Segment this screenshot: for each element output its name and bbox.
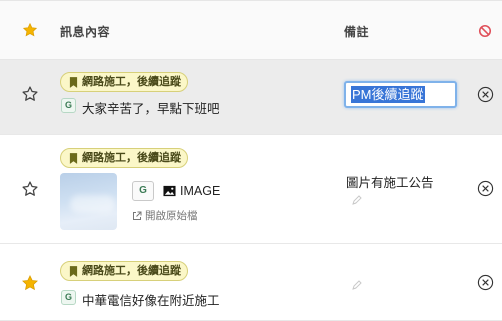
external-link-icon: [133, 211, 142, 220]
bookmark-icon: [69, 152, 78, 164]
tag-label: 網路施工，後續追蹤: [82, 76, 181, 88]
message-text: 大家辛苦了，早點下班吧: [82, 102, 220, 116]
star-filled-icon: [22, 22, 38, 37]
topic-tag[interactable]: 網路施工，後續追蹤: [60, 148, 188, 168]
pencil-icon[interactable]: [351, 194, 363, 206]
image-thumbnail[interactable]: [60, 173, 117, 230]
table-row: 網路施工，後續追蹤 G 中華電信好像在附近施工: [0, 244, 502, 321]
image-icon: [163, 185, 176, 197]
star-outline-icon[interactable]: [21, 180, 39, 198]
tag-label: 網路施工，後續追蹤: [82, 265, 181, 277]
open-original-link[interactable]: 開啟原始檔: [132, 208, 198, 223]
ban-icon[interactable]: [478, 24, 492, 38]
column-header-note: 備註: [344, 25, 370, 39]
attachment-type: IMAGE: [180, 184, 221, 198]
attachment-label: IMAGE: [163, 184, 220, 198]
bookmark-icon: [69, 265, 78, 277]
table-row: 網路施工，後續追蹤 G IMAGE 開啟原始檔 圖片有施工公告: [0, 135, 502, 244]
source-badge: G: [61, 290, 76, 305]
pencil-icon[interactable]: [351, 279, 363, 291]
star-filled-icon[interactable]: [21, 274, 39, 292]
star-outline-icon[interactable]: [21, 85, 39, 103]
close-circle-icon[interactable]: [477, 86, 494, 103]
table-row: 網路施工，後續追蹤 G 大家辛苦了，早點下班吧 PM後續追蹤: [0, 60, 502, 135]
note-input[interactable]: PM後續追蹤: [344, 81, 457, 108]
message-text: 中華電信好像在附近施工: [82, 294, 220, 308]
tag-label: 網路施工，後續追蹤: [82, 152, 181, 164]
column-header-message: 訊息內容: [60, 25, 111, 39]
open-original-label[interactable]: 開啟原始檔: [145, 208, 198, 223]
source-badge: G: [132, 181, 154, 201]
note-text: 圖片有施工公告: [346, 176, 434, 190]
close-circle-icon[interactable]: [477, 180, 494, 197]
bookmark-icon: [69, 76, 78, 88]
source-badge: G: [61, 98, 76, 113]
topic-tag[interactable]: 網路施工，後續追蹤: [60, 72, 188, 92]
topic-tag[interactable]: 網路施工，後續追蹤: [60, 261, 188, 281]
close-circle-icon[interactable]: [477, 274, 494, 291]
table-header: 訊息內容 備註: [0, 0, 502, 60]
note-input-value[interactable]: PM後續追蹤: [351, 86, 425, 103]
